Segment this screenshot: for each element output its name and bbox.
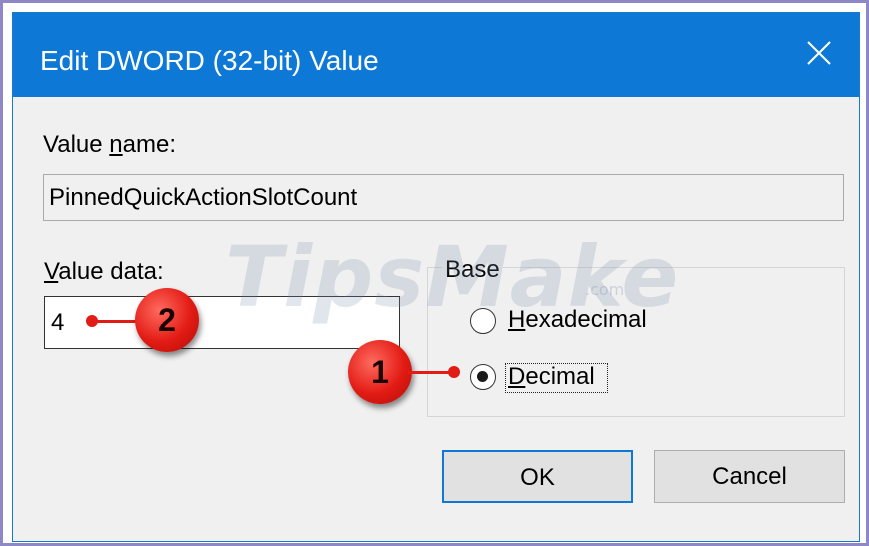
value-name-field[interactable]: PinnedQuickActionSlotCount xyxy=(43,174,844,221)
dialog-title: Edit DWORD (32-bit) Value xyxy=(40,45,379,76)
decimal-label[interactable]: Decimal xyxy=(508,363,595,391)
title-bar: Edit DWORD (32-bit) Value xyxy=(13,13,859,97)
callout-badge-2: 2 xyxy=(135,288,199,352)
value-name-label: Value name: xyxy=(43,131,176,158)
ok-button[interactable]: OK xyxy=(442,450,633,503)
cancel-button[interactable]: Cancel xyxy=(654,450,845,503)
watermark-logo: TipsMake xyxy=(225,228,680,326)
decimal-radio[interactable] xyxy=(470,364,496,390)
radio-selected-dot xyxy=(477,371,488,382)
callout-badge-1: 1 xyxy=(348,340,412,404)
callout-1-pointer xyxy=(448,366,460,378)
value-data-label: Value data: xyxy=(44,258,164,285)
close-icon xyxy=(807,41,831,65)
watermark-suffix: .com xyxy=(585,280,625,299)
close-button[interactable] xyxy=(779,13,859,97)
